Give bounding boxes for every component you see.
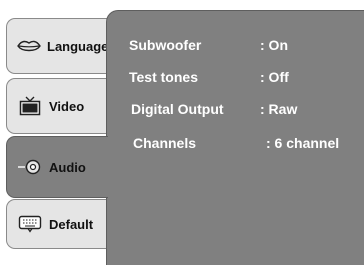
setting-label: Channels (133, 135, 197, 151)
tab-default[interactable]: Default (6, 199, 108, 249)
setting-label: Subwoofer (129, 37, 202, 53)
tab-language-label: Language (47, 38, 109, 54)
lips-icon (17, 36, 41, 56)
keyboard-icon (17, 214, 43, 234)
tab-audio[interactable]: Audio (6, 136, 108, 198)
tab-audio-label: Audio (49, 159, 86, 175)
tab-video[interactable]: Video (6, 78, 108, 134)
tab-video-label: Video (49, 98, 85, 114)
audio-setup-menu: Language Video Audio Default Subwoofer:… (0, 0, 364, 265)
speaker-icon (17, 157, 43, 177)
setting-value: : Off (260, 69, 289, 85)
tab-default-label: Default (49, 216, 94, 232)
setting-label: Test tones (129, 69, 198, 85)
settings-panel: Subwoofer : On Test tones : Off Digital … (106, 10, 364, 265)
setting-label: Digital Output (131, 101, 224, 117)
tab-language[interactable]: Language (6, 18, 108, 74)
setting-value: : Raw (260, 101, 298, 117)
tv-icon (17, 96, 43, 116)
setting-value: : On (260, 37, 288, 53)
setting-value: : 6 channel (266, 135, 340, 151)
